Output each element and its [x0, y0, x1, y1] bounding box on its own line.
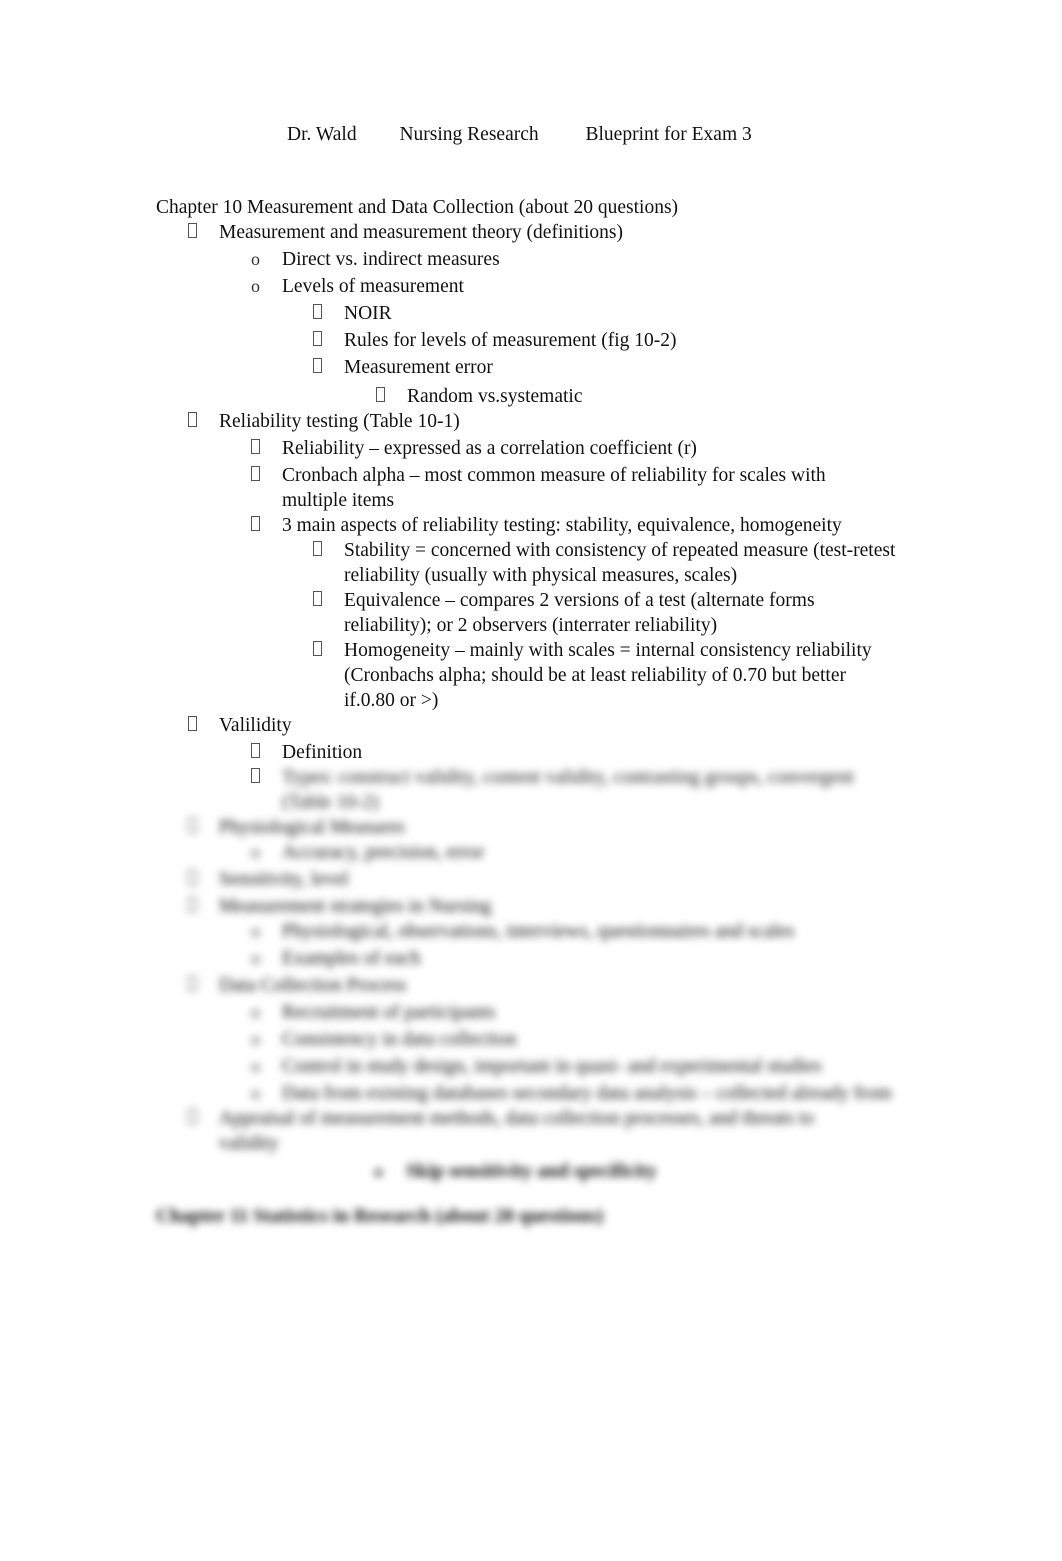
header-course: Nursing Research: [399, 124, 539, 145]
list-item: o Skip sensitivity and specificity: [374, 1161, 657, 1182]
list-item: o Recruitment of participants: [251, 1002, 496, 1023]
circle-bullet-icon: o: [251, 948, 260, 968]
header-author: Dr. Wald: [287, 124, 357, 145]
circle-bullet-icon: o: [251, 276, 260, 296]
circle-bullet-icon: o: [251, 1083, 260, 1103]
blurred-section: Physiological Measures o Accuracy, preci…: [156, 815, 916, 1229]
list-item: NOIR: [156, 301, 916, 326]
circle-bullet-icon: o: [251, 1029, 260, 1049]
bullet-icon: [251, 513, 260, 538]
bullet-icon: [251, 765, 260, 790]
list-item: Homogeneity – mainly with scales = inter…: [156, 638, 916, 713]
chapter-heading: Chapter 10 Measurement and Data Collecti…: [156, 197, 679, 218]
list-item: Types: construct validity, content valid…: [156, 765, 916, 815]
list-item: Physiological Measures: [156, 815, 916, 840]
list-item: Appraisal of measurement methods, data c…: [156, 1106, 916, 1156]
list-item: Valilidity: [156, 713, 916, 738]
bullet-icon: [188, 867, 197, 892]
bullet-icon: [188, 409, 197, 434]
list-item: o Levels of measurement: [251, 276, 464, 297]
list-item: o Accuracy, precision, error: [251, 842, 485, 863]
list-item: 3 main aspects of reliability testing: s…: [156, 513, 916, 538]
list-item: o Control in study design, important in …: [251, 1056, 822, 1077]
bullet-icon: [313, 355, 322, 380]
bullet-icon: [251, 740, 260, 765]
circle-bullet-icon: o: [251, 1002, 260, 1022]
circle-bullet-icon: o: [374, 1161, 383, 1181]
list-item: o Consistency in data collection: [251, 1029, 517, 1050]
bullet-icon: [313, 588, 322, 613]
list-item: Definition: [156, 740, 916, 765]
list-item: o Direct vs. indirect measures: [251, 249, 500, 270]
bullet-icon: [188, 815, 197, 840]
list-item: Reliability testing (Table 10-1): [156, 409, 916, 434]
list-item: Measurement and measurement theory (defi…: [156, 220, 916, 245]
bullet-icon: [188, 220, 197, 245]
bullet-icon: [376, 384, 385, 409]
bullet-icon: [188, 973, 197, 998]
list-item: Reliability – expressed as a correlation…: [156, 436, 916, 461]
list-item: Equivalence – compares 2 versions of a t…: [156, 588, 916, 638]
bullet-icon: [188, 1106, 197, 1131]
list-item: Rules for levels of measurement (fig 10-…: [156, 328, 916, 353]
bullet-icon: [251, 436, 260, 461]
list-item: Measurement strategies in Nursing: [156, 894, 916, 919]
header-title: Blueprint for Exam 3: [585, 124, 752, 145]
blurred-text: Types: construct validity, content valid…: [282, 767, 854, 813]
chapter-heading: Chapter 11 Statistics in Research (about…: [156, 1206, 604, 1227]
bullet-icon: [313, 538, 322, 563]
circle-bullet-icon: o: [251, 842, 260, 862]
circle-bullet-icon: o: [251, 1056, 260, 1076]
list-item: Measurement error: [156, 355, 916, 380]
bullet-icon: [313, 328, 322, 353]
bullet-icon: [188, 894, 197, 919]
document-header: Dr. Wald Nursing Research Blueprint for …: [287, 124, 752, 146]
list-item: Stability = concerned with consistency o…: [156, 538, 916, 588]
document-body: Chapter 10 Measurement and Data Collecti…: [156, 195, 916, 1229]
list-item: Random vs.systematic: [156, 384, 916, 409]
bullet-icon: [188, 713, 197, 738]
circle-bullet-icon: o: [251, 921, 260, 941]
bullet-icon: [313, 638, 322, 663]
bullet-icon: [251, 463, 260, 488]
bullet-icon: [313, 301, 322, 326]
list-item: Data Collection Process: [156, 973, 916, 998]
list-item: o Physiological, observations, interview…: [251, 921, 795, 942]
list-item: o Examples of each: [251, 948, 421, 969]
circle-bullet-icon: o: [251, 249, 260, 269]
list-item: Sensitivity, level: [156, 867, 916, 892]
list-item: o Data from existing databases secondary…: [251, 1083, 892, 1104]
list-item: Cronbach alpha – most common measure of …: [156, 463, 916, 513]
